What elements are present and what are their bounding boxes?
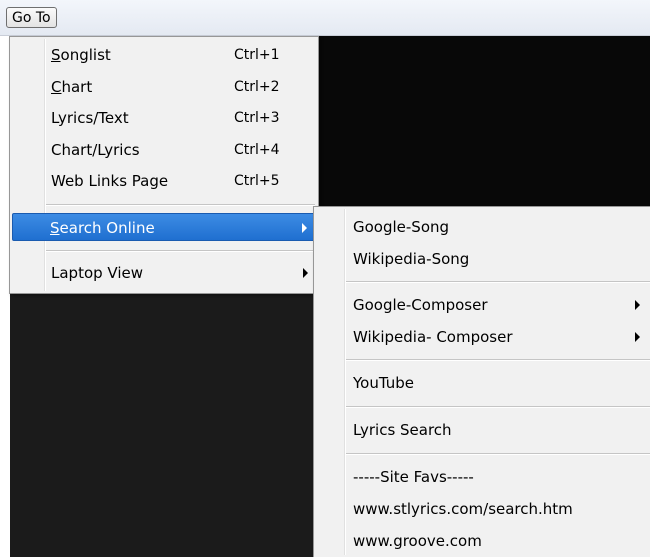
submenu-item-site-favs-header: -----Site Favs----- [316, 463, 648, 491]
submenu-item-stlyrics[interactable]: www.stlyrics.com/search.htm [316, 495, 648, 523]
menu-item-chart[interactable]: Chart Ctrl+2 [12, 73, 316, 101]
menu-item-label: Chart [51, 78, 93, 96]
menu-item-search-online[interactable]: Search Online [12, 213, 316, 241]
menu-item-label: Google-Composer [353, 296, 488, 314]
menu-item-label: Web Links Page [51, 172, 169, 190]
submenu-arrow-icon [303, 268, 308, 278]
menu-item-label: Wikipedia-Song [353, 250, 470, 268]
menu-item-label: Laptop View [51, 264, 144, 282]
menu-item-lyrics-text[interactable]: Lyrics/Text Ctrl+3 [12, 104, 316, 132]
menu-separator [346, 453, 650, 455]
submenu-arrow-icon [302, 223, 307, 233]
submenu-item-wikipedia-song[interactable]: Wikipedia-Song [316, 245, 648, 273]
menu-item-label: Wikipedia- Composer [353, 328, 513, 346]
menu-item-shortcut: Ctrl+5 [234, 173, 280, 189]
search-online-submenu: Google-Song Wikipedia-Song Google-Compos… [313, 206, 650, 557]
menu-separator [46, 250, 315, 252]
menu-item-label: Songlist [51, 46, 111, 64]
menu-item-label: YouTube [353, 374, 414, 392]
menu-item-shortcut: Ctrl+3 [234, 110, 280, 126]
menu-item-label: www.stlyrics.com/search.htm [353, 500, 573, 518]
submenu-item-google-composer[interactable]: Google-Composer [316, 291, 648, 319]
submenu-arrow-icon [635, 300, 640, 310]
menu-item-chart-lyrics[interactable]: Chart/Lyrics Ctrl+4 [12, 136, 316, 164]
goto-menu: Songlist Ctrl+1 Chart Ctrl+2 Lyrics/Text… [9, 36, 319, 294]
submenu-item-groove[interactable]: www.groove.com [316, 527, 648, 555]
menu-item-label: -----Site Favs----- [353, 468, 474, 486]
menu-separator [46, 204, 315, 206]
menu-item-label: Chart/Lyrics [51, 141, 140, 159]
menu-separator [346, 281, 650, 283]
menu-separator [346, 359, 650, 361]
menu-item-web-links-page[interactable]: Web Links Page Ctrl+5 [12, 167, 316, 195]
submenu-item-wikipedia-composer[interactable]: Wikipedia- Composer [316, 323, 648, 351]
menu-item-label: Search Online [50, 219, 155, 237]
menu-item-label: Lyrics Search [353, 421, 452, 439]
menu-item-label: Google-Song [353, 218, 450, 236]
menu-item-label: Lyrics/Text [51, 109, 129, 127]
menu-separator [346, 406, 650, 408]
menu-item-laptop-view[interactable]: Laptop View [12, 259, 316, 287]
menu-item-label: www.groove.com [353, 532, 482, 550]
menu-item-shortcut: Ctrl+4 [234, 142, 280, 158]
menu-item-shortcut: Ctrl+2 [234, 79, 280, 95]
menubar: Go To [0, 0, 650, 36]
submenu-arrow-icon [635, 332, 640, 342]
screen: Go To Songlist Ctrl+1 Chart Ctrl+2 Lyric… [0, 0, 650, 557]
menu-item-shortcut: Ctrl+1 [234, 47, 280, 63]
submenu-item-lyrics-search[interactable]: Lyrics Search [316, 416, 648, 444]
menu-item-songlist[interactable]: Songlist Ctrl+1 [12, 41, 316, 69]
submenu-item-google-song[interactable]: Google-Song [316, 213, 648, 241]
goto-menu-button[interactable]: Go To [6, 7, 57, 28]
submenu-item-youtube[interactable]: YouTube [316, 369, 648, 397]
